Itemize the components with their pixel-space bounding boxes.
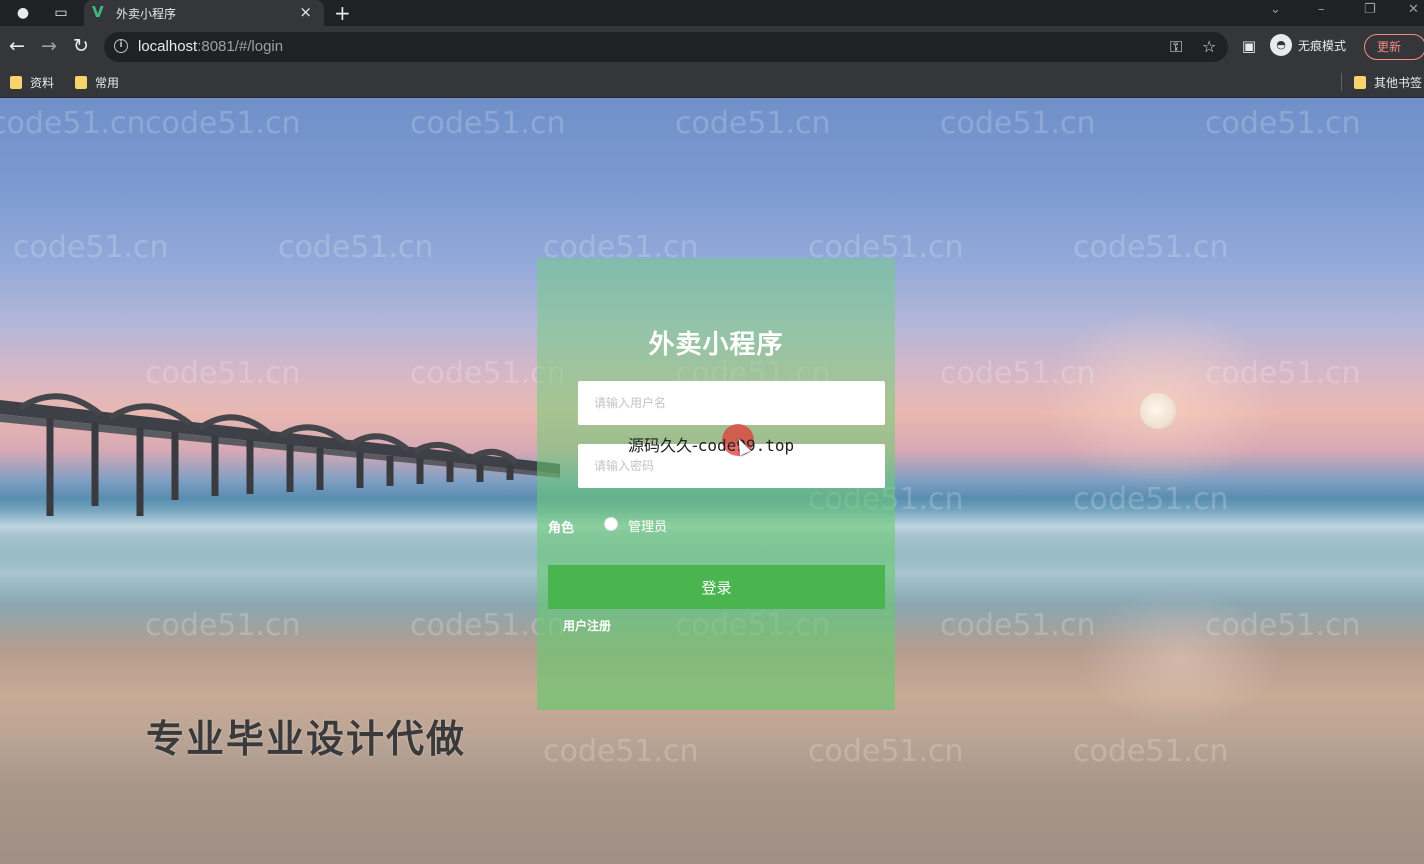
folder-icon xyxy=(10,76,22,89)
update-label: 更新 xyxy=(1377,40,1402,54)
watermark: code51.cn xyxy=(1073,230,1229,265)
username-input[interactable] xyxy=(578,381,885,425)
vue-icon: V xyxy=(92,3,104,21)
watermark: code51.cn xyxy=(145,608,301,643)
watermark: code51.cn xyxy=(1073,734,1229,769)
watermark: code51.cn xyxy=(410,106,566,141)
tab-strip: ● ▭ V 外卖小程序 × + ⌄ – ❐ ✕ xyxy=(0,0,1424,26)
reload-button[interactable]: ↻ xyxy=(70,35,92,57)
incognito-profile[interactable]: ◓ 无痕模式 xyxy=(1270,34,1346,56)
watermark: code51.cn xyxy=(278,230,434,265)
bookmark-folder[interactable]: 资料 xyxy=(10,74,54,91)
watermark: code51.cn xyxy=(1205,106,1361,141)
other-bookmarks[interactable]: 其他书签 xyxy=(1354,74,1422,91)
source-watermark-cn: 源码久久- xyxy=(628,436,698,455)
bookmark-divider xyxy=(1341,73,1342,91)
chevron-down-icon[interactable]: ⌄ xyxy=(1270,2,1281,17)
login-card: 外卖小程序 角色 管理员 登录 用户注册 xyxy=(537,258,895,710)
minimize-icon[interactable]: – xyxy=(1318,2,1325,17)
watermark: code51.cn xyxy=(13,230,169,265)
forward-button[interactable]: → xyxy=(38,35,60,57)
bookmark-label: 常用 xyxy=(95,76,120,90)
watermark: code51.cn xyxy=(940,608,1096,643)
folder-icon xyxy=(1354,76,1366,89)
incognito-icon: ◓ xyxy=(1270,34,1292,56)
star-icon[interactable]: ☆ xyxy=(1202,37,1216,56)
beach-reflection xyxy=(1080,588,1280,728)
back-button[interactable]: ← xyxy=(6,35,28,57)
window-icon[interactable]: ▭ xyxy=(52,4,70,22)
folder-icon xyxy=(75,76,87,89)
watermark: code51.cn xyxy=(543,734,699,769)
watermark: code51.cn xyxy=(145,106,301,141)
incognito-label: 无痕模式 xyxy=(1298,38,1347,53)
promo-caption: 专业毕业设计代做 xyxy=(146,717,467,761)
bookmark-folder[interactable]: 常用 xyxy=(75,74,119,91)
moon xyxy=(1140,393,1176,429)
role-label: 角色 xyxy=(548,521,575,536)
role-radio-admin[interactable] xyxy=(604,517,618,531)
role-option-label[interactable]: 管理员 xyxy=(628,516,667,535)
login-page: code51.cn code51.cn code51.cn code51.cn … xyxy=(0,98,1424,864)
info-icon[interactable]: i xyxy=(114,39,128,53)
tab-title: 外卖小程序 xyxy=(116,7,177,21)
bookmark-label: 资料 xyxy=(30,76,55,90)
bookmarks-bar: 资料 常用 其他书签 xyxy=(0,68,1424,98)
watermark: code51.cn xyxy=(0,106,146,141)
url-text[interactable]: localhost:8081/#/login xyxy=(138,38,283,55)
close-window-icon[interactable]: ✕ xyxy=(1408,2,1419,17)
new-tab-button[interactable]: + xyxy=(334,1,351,25)
key-icon[interactable]: ⚿ xyxy=(1170,37,1182,57)
update-button[interactable]: 更新 xyxy=(1364,34,1424,60)
side-panel-icon[interactable]: ▣ xyxy=(1238,35,1260,57)
watermark: code51.cn xyxy=(940,106,1096,141)
url-host: localhost xyxy=(138,38,198,55)
other-bookmarks-label: 其他书签 xyxy=(1374,76,1423,90)
watermark: code51.cn xyxy=(675,106,831,141)
login-button[interactable]: 登录 xyxy=(548,565,885,609)
close-tab-icon[interactable]: × xyxy=(299,3,312,21)
source-watermark: 源码久久-code99.top xyxy=(628,432,794,456)
url-path: :8081/#/login xyxy=(197,38,284,55)
tab-active[interactable]: V 外卖小程序 × xyxy=(84,0,324,26)
globe-icon[interactable]: ● xyxy=(14,4,32,22)
register-link[interactable]: 用户注册 xyxy=(563,617,611,634)
watermark: code51.cn xyxy=(808,734,964,769)
browser-toolbar: ← → ↻ i localhost:8081/#/login ⚿ ☆ ▣ ◓ 无… xyxy=(0,26,1424,68)
login-title: 外卖小程序 xyxy=(648,330,784,360)
address-bar[interactable]: i localhost:8081/#/login ⚿ ☆ xyxy=(104,32,1228,62)
restore-icon[interactable]: ❐ xyxy=(1364,2,1376,17)
